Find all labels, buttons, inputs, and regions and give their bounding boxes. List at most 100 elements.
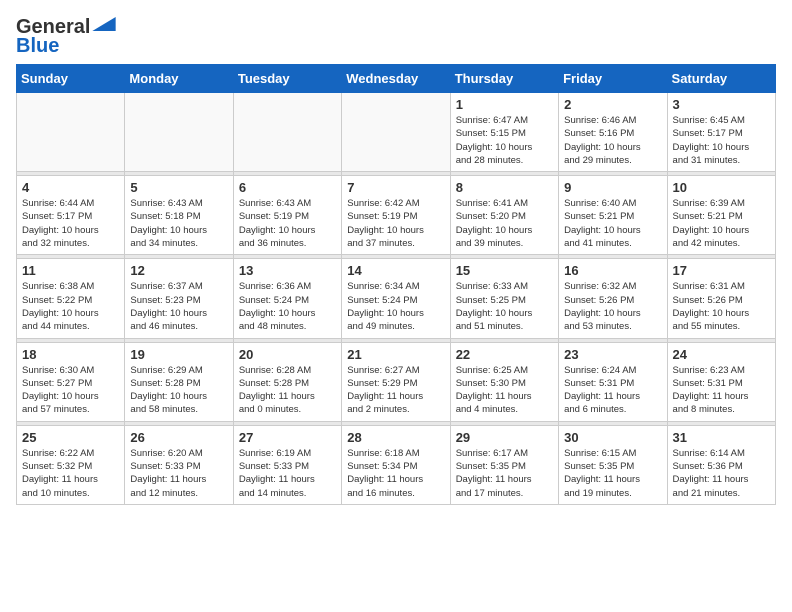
day-number: 1 xyxy=(456,97,553,112)
day-info: Sunrise: 6:31 AM Sunset: 5:26 PM Dayligh… xyxy=(673,280,770,333)
col-header-saturday: Saturday xyxy=(667,65,775,93)
calendar-cell xyxy=(125,93,233,172)
day-number: 4 xyxy=(22,180,119,195)
day-info: Sunrise: 6:44 AM Sunset: 5:17 PM Dayligh… xyxy=(22,197,119,250)
day-number: 30 xyxy=(564,430,661,445)
day-number: 25 xyxy=(22,430,119,445)
calendar-cell: 22 Sunrise: 6:25 AM Sunset: 5:30 PM Dayli… xyxy=(450,342,558,421)
calendar-header-row: SundayMondayTuesdayWednesdayThursdayFrid… xyxy=(17,65,776,93)
calendar-week-1: 1Sunrise: 6:47 AM Sunset: 5:15 PM Daylig… xyxy=(17,93,776,172)
calendar-table: SundayMondayTuesdayWednesdayThursdayFrid… xyxy=(16,64,776,505)
day-number: 16 xyxy=(564,263,661,278)
day-info: Sunrise: 6:29 AM Sunset: 5:28 PM Dayligh… xyxy=(130,364,227,417)
calendar-cell: 8Sunrise: 6:41 AM Sunset: 5:20 PM Daylig… xyxy=(450,176,558,255)
day-number: 2 xyxy=(564,97,661,112)
calendar-cell: 7 Sunrise: 6:42 AM Sunset: 5:19 PM Daylig… xyxy=(342,176,450,255)
calendar-cell: 31Sunrise: 6:14 AM Sunset: 5:36 PM Dayli… xyxy=(667,425,775,504)
day-info: Sunrise: 6:25 AM Sunset: 5:30 PM Dayligh… xyxy=(456,364,553,417)
day-info: Sunrise: 6:45 AM Sunset: 5:17 PM Dayligh… xyxy=(673,114,770,167)
day-number: 9 xyxy=(564,180,661,195)
day-info: Sunrise: 6:19 AM Sunset: 5:33 PM Dayligh… xyxy=(239,447,336,500)
day-info: Sunrise: 6:32 AM Sunset: 5:26 PM Dayligh… xyxy=(564,280,661,333)
day-info: Sunrise: 6:22 AM Sunset: 5:32 PM Dayligh… xyxy=(22,447,119,500)
day-number: 20 xyxy=(239,347,336,362)
calendar-cell: 28 Sunrise: 6:18 AM Sunset: 5:34 PM Dayli… xyxy=(342,425,450,504)
calendar-cell: 18 Sunrise: 6:30 AM Sunset: 5:27 PM Dayli… xyxy=(17,342,125,421)
calendar-cell: 25 Sunrise: 6:22 AM Sunset: 5:32 PM Dayli… xyxy=(17,425,125,504)
day-number: 15 xyxy=(456,263,553,278)
day-info: Sunrise: 6:40 AM Sunset: 5:21 PM Dayligh… xyxy=(564,197,661,250)
calendar-cell: 19 Sunrise: 6:29 AM Sunset: 5:28 PM Dayli… xyxy=(125,342,233,421)
day-info: Sunrise: 6:30 AM Sunset: 5:27 PM Dayligh… xyxy=(22,364,119,417)
calendar-cell: 2Sunrise: 6:46 AM Sunset: 5:16 PM Daylig… xyxy=(559,93,667,172)
day-number: 5 xyxy=(130,180,227,195)
calendar-cell: 6Sunrise: 6:43 AM Sunset: 5:19 PM Daylig… xyxy=(233,176,341,255)
logo: General Blue xyxy=(16,16,116,58)
calendar-week-3: 11 Sunrise: 6:38 AM Sunset: 5:22 PM Dayli… xyxy=(17,259,776,338)
day-info: Sunrise: 6:38 AM Sunset: 5:22 PM Dayligh… xyxy=(22,280,119,333)
calendar-cell: 15Sunrise: 6:33 AM Sunset: 5:25 PM Dayli… xyxy=(450,259,558,338)
day-info: Sunrise: 6:28 AM Sunset: 5:28 PM Dayligh… xyxy=(239,364,336,417)
day-number: 17 xyxy=(673,263,770,278)
logo-blue: Blue xyxy=(16,35,59,58)
day-info: Sunrise: 6:36 AM Sunset: 5:24 PM Dayligh… xyxy=(239,280,336,333)
calendar-cell: 14Sunrise: 6:34 AM Sunset: 5:24 PM Dayli… xyxy=(342,259,450,338)
calendar-cell: 16 Sunrise: 6:32 AM Sunset: 5:26 PM Dayli… xyxy=(559,259,667,338)
page-header: General Blue xyxy=(16,16,776,58)
calendar-cell: 12 Sunrise: 6:37 AM Sunset: 5:23 PM Dayli… xyxy=(125,259,233,338)
calendar-week-2: 4 Sunrise: 6:44 AM Sunset: 5:17 PM Daylig… xyxy=(17,176,776,255)
day-info: Sunrise: 6:37 AM Sunset: 5:23 PM Dayligh… xyxy=(130,280,227,333)
day-number: 24 xyxy=(673,347,770,362)
calendar-cell: 27 Sunrise: 6:19 AM Sunset: 5:33 PM Dayli… xyxy=(233,425,341,504)
calendar-cell: 26 Sunrise: 6:20 AM Sunset: 5:33 PM Dayli… xyxy=(125,425,233,504)
calendar-cell: 9 Sunrise: 6:40 AM Sunset: 5:21 PM Daylig… xyxy=(559,176,667,255)
day-number: 19 xyxy=(130,347,227,362)
day-number: 29 xyxy=(456,430,553,445)
day-number: 21 xyxy=(347,347,444,362)
day-number: 6 xyxy=(239,180,336,195)
day-number: 14 xyxy=(347,263,444,278)
day-info: Sunrise: 6:15 AM Sunset: 5:35 PM Dayligh… xyxy=(564,447,661,500)
day-info: Sunrise: 6:24 AM Sunset: 5:31 PM Dayligh… xyxy=(564,364,661,417)
day-info: Sunrise: 6:20 AM Sunset: 5:33 PM Dayligh… xyxy=(130,447,227,500)
calendar-week-4: 18 Sunrise: 6:30 AM Sunset: 5:27 PM Dayli… xyxy=(17,342,776,421)
calendar-cell xyxy=(233,93,341,172)
col-header-tuesday: Tuesday xyxy=(233,65,341,93)
day-number: 31 xyxy=(673,430,770,445)
day-number: 27 xyxy=(239,430,336,445)
calendar-cell: 21 Sunrise: 6:27 AM Sunset: 5:29 PM Dayli… xyxy=(342,342,450,421)
day-info: Sunrise: 6:41 AM Sunset: 5:20 PM Dayligh… xyxy=(456,197,553,250)
calendar-cell: 1Sunrise: 6:47 AM Sunset: 5:15 PM Daylig… xyxy=(450,93,558,172)
day-info: Sunrise: 6:42 AM Sunset: 5:19 PM Dayligh… xyxy=(347,197,444,250)
day-number: 28 xyxy=(347,430,444,445)
calendar-cell: 29Sunrise: 6:17 AM Sunset: 5:35 PM Dayli… xyxy=(450,425,558,504)
col-header-sunday: Sunday xyxy=(17,65,125,93)
calendar-cell: 17 Sunrise: 6:31 AM Sunset: 5:26 PM Dayli… xyxy=(667,259,775,338)
day-info: Sunrise: 6:39 AM Sunset: 5:21 PM Dayligh… xyxy=(673,197,770,250)
col-header-friday: Friday xyxy=(559,65,667,93)
calendar-cell: 13 Sunrise: 6:36 AM Sunset: 5:24 PM Dayli… xyxy=(233,259,341,338)
calendar-cell: 10 Sunrise: 6:39 AM Sunset: 5:21 PM Dayli… xyxy=(667,176,775,255)
calendar-cell xyxy=(342,93,450,172)
col-header-monday: Monday xyxy=(125,65,233,93)
day-number: 23 xyxy=(564,347,661,362)
day-number: 11 xyxy=(22,263,119,278)
col-header-thursday: Thursday xyxy=(450,65,558,93)
calendar-week-5: 25 Sunrise: 6:22 AM Sunset: 5:32 PM Dayli… xyxy=(17,425,776,504)
day-number: 26 xyxy=(130,430,227,445)
col-header-wednesday: Wednesday xyxy=(342,65,450,93)
day-number: 13 xyxy=(239,263,336,278)
day-info: Sunrise: 6:18 AM Sunset: 5:34 PM Dayligh… xyxy=(347,447,444,500)
calendar-cell: 30 Sunrise: 6:15 AM Sunset: 5:35 PM Dayli… xyxy=(559,425,667,504)
calendar-cell: 4 Sunrise: 6:44 AM Sunset: 5:17 PM Daylig… xyxy=(17,176,125,255)
day-number: 10 xyxy=(673,180,770,195)
calendar-cell: 23 Sunrise: 6:24 AM Sunset: 5:31 PM Dayli… xyxy=(559,342,667,421)
day-number: 12 xyxy=(130,263,227,278)
calendar-cell xyxy=(17,93,125,172)
day-info: Sunrise: 6:27 AM Sunset: 5:29 PM Dayligh… xyxy=(347,364,444,417)
day-number: 18 xyxy=(22,347,119,362)
day-number: 22 xyxy=(456,347,553,362)
calendar-cell: 11 Sunrise: 6:38 AM Sunset: 5:22 PM Dayli… xyxy=(17,259,125,338)
day-number: 7 xyxy=(347,180,444,195)
logo-icon xyxy=(92,17,116,31)
